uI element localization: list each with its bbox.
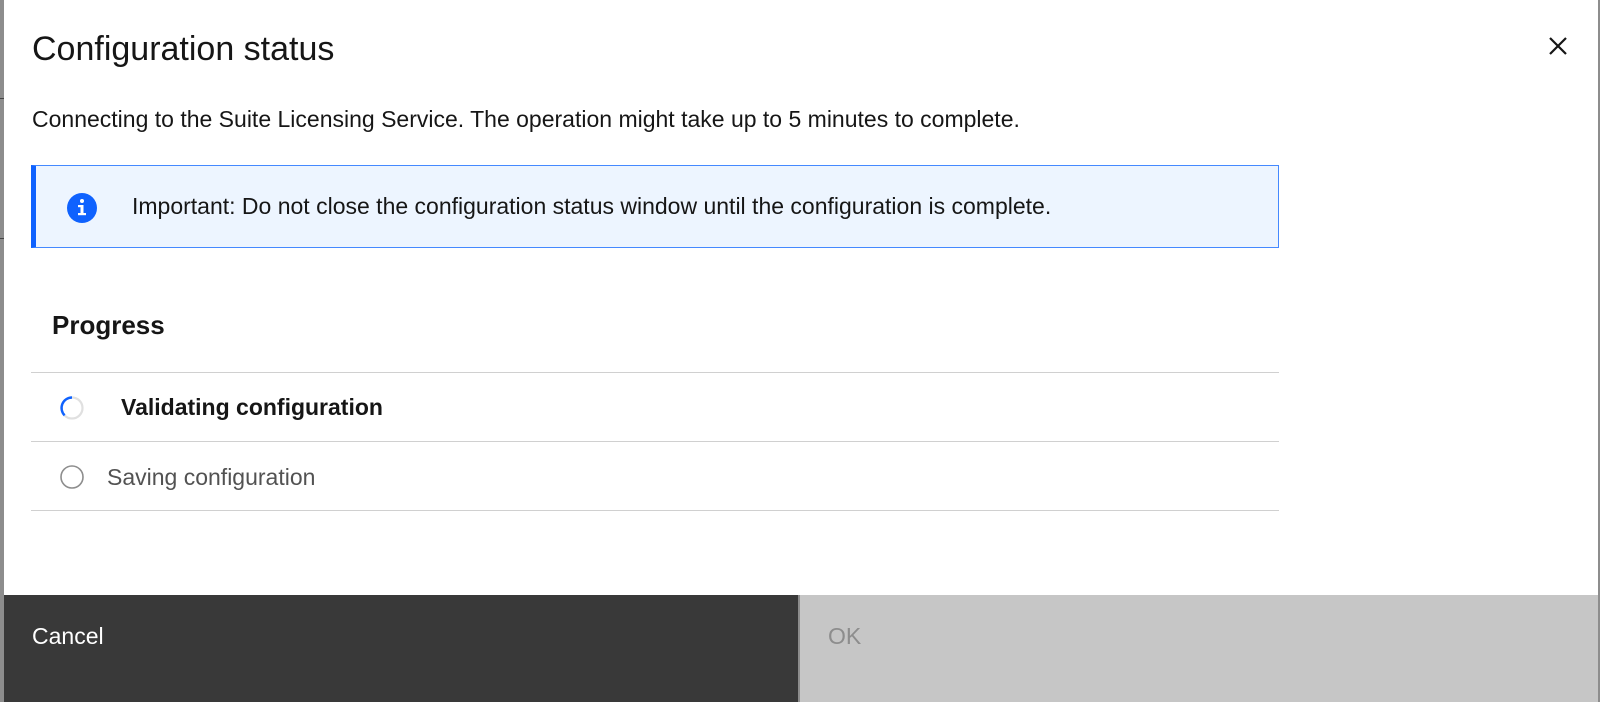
close-icon (1549, 37, 1567, 55)
dialog-title: Configuration status (32, 30, 335, 68)
step-label: Saving configuration (107, 464, 316, 490)
progress-heading: Progress (52, 310, 165, 340)
configuration-status-dialog: Configuration status Connecting to the S… (4, 0, 1600, 702)
loading-spinner-icon (60, 396, 84, 420)
dialog-footer: Cancel OK (4, 595, 1598, 702)
cancel-button[interactable]: Cancel (4, 595, 800, 702)
progress-step-saving: Saving configuration (31, 442, 1279, 511)
progress-step-validating: Validating configuration (31, 373, 1279, 442)
notification-text: Important: Do not close the configuratio… (132, 193, 1052, 219)
info-icon (67, 193, 97, 223)
progress-steps-list: Validating configuration Saving configur… (31, 372, 1279, 511)
info-notification: Important: Do not close the configuratio… (31, 165, 1279, 248)
radio-circle-icon (60, 465, 84, 489)
dialog-description: Connecting to the Suite Licensing Servic… (32, 106, 1020, 132)
close-button[interactable] (1536, 24, 1580, 68)
step-label: Validating configuration (121, 394, 383, 420)
ok-button[interactable]: OK (800, 595, 1598, 702)
